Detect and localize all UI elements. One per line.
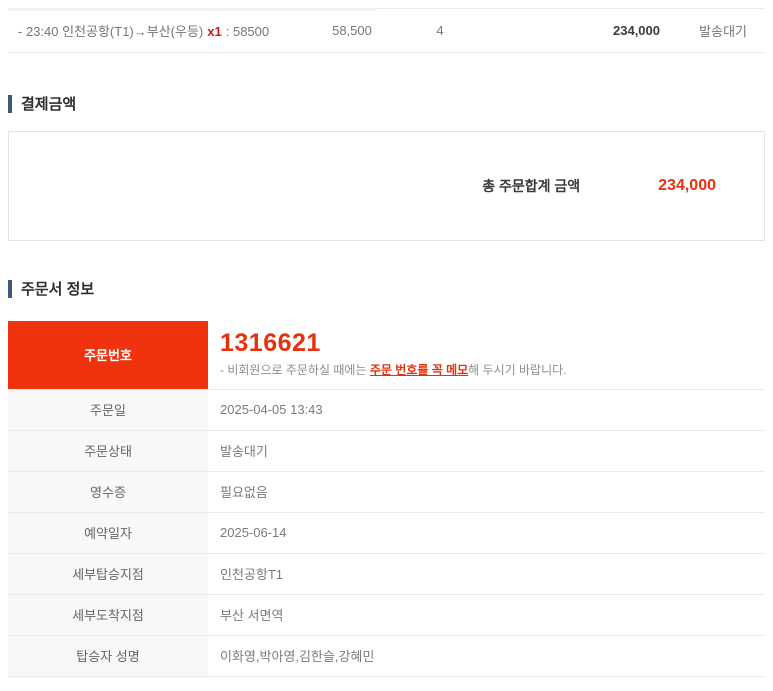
table-row-order-date: 주문일 2025-04-05 13:43	[8, 389, 765, 431]
item-total: 234,000	[613, 23, 660, 38]
item-quantity: 4	[436, 23, 444, 38]
table-row-passenger-names: 탑승자 성명 이화영,박아영,김한슬,강혜민	[8, 635, 765, 677]
row-label: 세부도착지점	[8, 594, 208, 636]
order-total-value: 234,000	[658, 177, 716, 194]
order-info-table: 주문번호 1316621 - 비회원으로 주문하실 때에는 주문 번호를 꼭 메…	[8, 321, 765, 677]
row-value: 필요없음	[208, 471, 765, 513]
row-label: 탑승자 성명	[8, 635, 208, 677]
table-row-reservation-date: 예약일자 2025-06-14	[8, 512, 765, 554]
row-value: 부산 서면역	[208, 594, 765, 636]
payment-section-title-label: 결제금액	[21, 96, 77, 113]
row-label: 예약일자	[8, 512, 208, 554]
order-item-row: - 23:40 인천공항(T1)→부산(우등) x1: 58500 58,500 …	[8, 8, 765, 53]
order-info-section-title: 주문서 정보	[8, 278, 765, 299]
order-number-cell: 1316621 - 비회원으로 주문하실 때에는 주문 번호를 꼭 메모해 두시…	[208, 321, 765, 390]
table-row-order-status: 주문상태 발송대기	[8, 430, 765, 472]
row-value: 이화영,박아영,김한슬,강혜민	[208, 635, 765, 677]
row-label: 주문일	[8, 389, 208, 431]
row-label: 영수증	[8, 471, 208, 513]
row-value: 2025-06-14	[208, 512, 765, 554]
item-status: 발송대기	[699, 24, 747, 39]
row-value: 2025-04-05 13:43	[208, 389, 765, 431]
order-total-label: 총 주문합계 금액	[482, 178, 581, 194]
item-qty-badge: x1	[207, 24, 222, 39]
item-unit-price: 58,500	[332, 23, 372, 38]
order-number-value: 1316621	[220, 329, 321, 358]
payment-summary-box: 총 주문합계 금액 234,000	[8, 131, 765, 241]
table-row-boarding-point: 세부탑승지점 인천공항T1	[8, 553, 765, 595]
row-label: 주문상태	[8, 430, 208, 472]
item-name: - 23:40 인천공항(T1)→부산(우등) x1: 58500	[8, 21, 308, 40]
payment-section-title: 결제금액	[8, 93, 765, 114]
table-row-receipt: 영수증 필요없음	[8, 471, 765, 513]
section-bar-icon	[8, 279, 12, 298]
table-row-order-number: 주문번호 1316621 - 비회원으로 주문하실 때에는 주문 번호를 꼭 메…	[8, 321, 765, 390]
note-emphasis: 주문 번호를 꼭 메모	[369, 363, 469, 378]
row-value: 인천공항T1	[208, 553, 765, 595]
order-info-section-title-label: 주문서 정보	[21, 281, 95, 298]
table-row-arrival-point: 세부도착지점 부산 서면역	[8, 594, 765, 636]
note-prefix: - 비회원으로 주문하실 때에는	[220, 363, 370, 378]
note-suffix: 해 두시기 바랍니다.	[468, 363, 567, 378]
order-number-note: - 비회원으로 주문하실 때에는 주문 번호를 꼭 메모해 두시기 바랍니다.	[220, 361, 765, 378]
item-route-text: - 23:40 인천공항(T1)→부산(우등)	[18, 24, 204, 39]
cropped-row-remnant	[8, 8, 377, 11]
item-inline-price: : 58500	[225, 24, 270, 39]
row-label: 세부탑승지점	[8, 553, 208, 595]
order-status-badge: 발송대기	[208, 430, 765, 472]
row-label-order-number: 주문번호	[8, 321, 208, 390]
section-bar-icon	[8, 94, 12, 113]
